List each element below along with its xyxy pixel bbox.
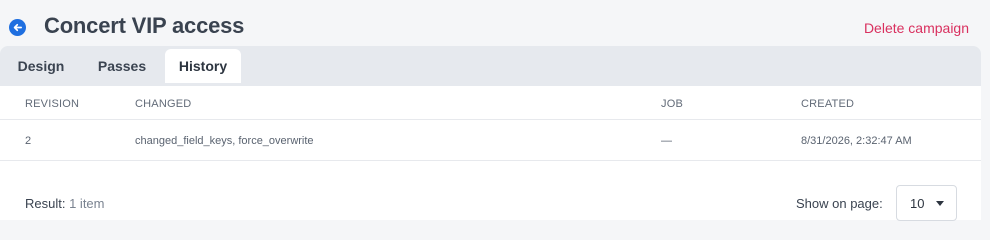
cell-changed: changed_field_keys, force_overwrite [135,135,314,147]
delete-campaign-link[interactable]: Delete campaign [864,20,969,36]
cell-revision: 2 [25,135,32,147]
back-arrow-icon[interactable] [9,19,26,36]
column-header-revision: REVISION [25,98,80,110]
page-size-label: Show on page: [796,196,883,211]
tab-design[interactable]: Design [4,49,78,83]
page-size-value: 10 [910,196,925,211]
page-size-select[interactable]: 10 [896,185,957,221]
result-label: Result: [25,196,66,211]
page-title: Concert VIP access [44,13,245,38]
column-header-changed: CHANGED [135,98,192,110]
cell-created: 8/31/2026, 2:32:47 AM [801,135,912,147]
page-header: Concert VIP access Delete campaign [0,0,990,46]
table-header: REVISION CHANGED JOB CREATED [0,86,981,120]
caret-down-icon [936,201,944,206]
table-footer: Result: 1 item Show on page: 10 [0,161,981,221]
table-row[interactable]: 2 changed_field_keys, force_overwrite — … [0,120,981,161]
tabs-bar: Design Passes History [0,46,981,86]
column-header-job: JOB [661,98,683,110]
column-header-created: CREATED [801,98,855,110]
cell-job: — [661,135,672,147]
result-summary: Result: 1 item [25,196,105,211]
tab-history[interactable]: History [165,49,241,83]
history-panel: REVISION CHANGED JOB CREATED 2 changed_f… [0,86,981,221]
result-count: 1 item [69,196,105,211]
tab-passes[interactable]: Passes [84,49,160,83]
